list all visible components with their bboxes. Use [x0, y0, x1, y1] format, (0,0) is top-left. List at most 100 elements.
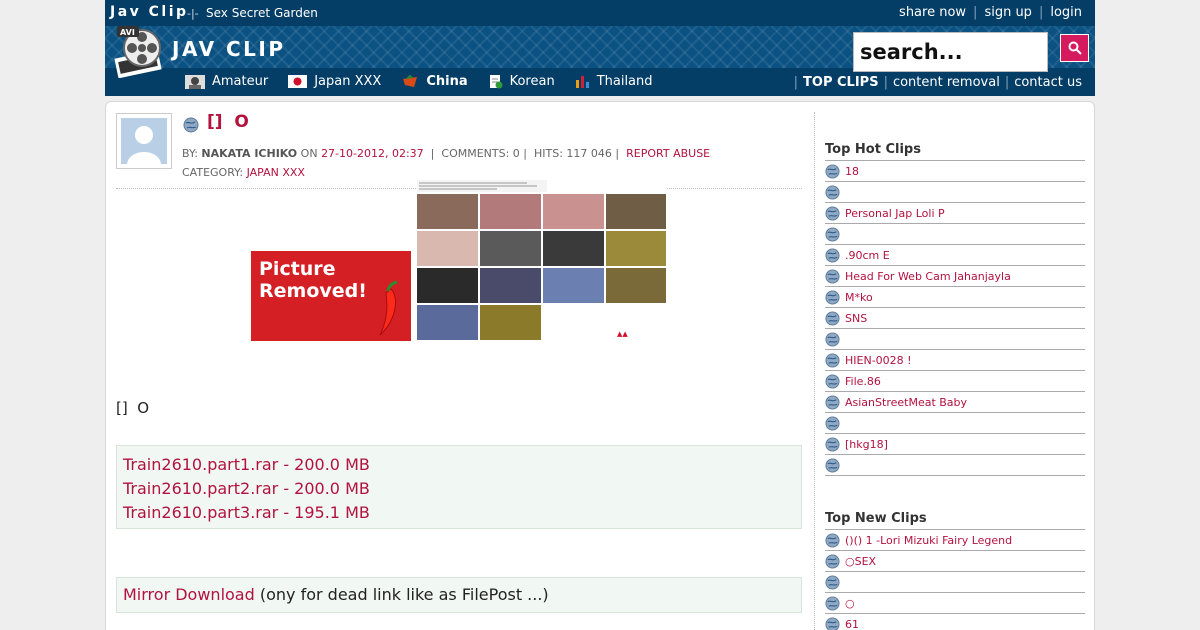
- download-link[interactable]: Train2610.part3.rar - 195.1 MB: [123, 501, 795, 525]
- sidebar-clip-item[interactable]: [825, 182, 1085, 203]
- clip-title[interactable]: HIEN-0028 !: [845, 354, 912, 367]
- globe-icon: [825, 205, 840, 221]
- picture-removed-image: Picture Removed!: [251, 251, 411, 341]
- sidebar-clip-item[interactable]: [hkg18]: [825, 434, 1085, 455]
- avatar[interactable]: [116, 113, 172, 169]
- divider: |: [1038, 5, 1044, 20]
- category-label: Thailand: [596, 74, 653, 89]
- clip-title[interactable]: Personal Jap Loli P: [845, 207, 945, 220]
- clip-title[interactable]: File.86: [845, 375, 881, 388]
- sidebar-divider: [814, 112, 815, 630]
- on-label: ON: [300, 147, 318, 160]
- category-label: Amateur: [212, 74, 269, 89]
- globe-icon: [825, 331, 840, 347]
- clip-title[interactable]: AsianStreetMeat Baby: [845, 396, 967, 409]
- mirror-box: Mirror Download (ony for dead link like …: [116, 577, 802, 613]
- post-title[interactable]: [] O: [207, 112, 249, 132]
- sidebar-clip-item[interactable]: [825, 224, 1085, 245]
- hits-count: HITS: 117 046: [534, 147, 612, 160]
- contact-us-link[interactable]: contact us: [1014, 75, 1082, 90]
- download-link[interactable]: Train2610.part2.rar - 200.0 MB: [123, 477, 795, 501]
- post-date[interactable]: 27-10-2012, 02:37: [321, 147, 424, 160]
- thailand-chart-icon: [575, 76, 589, 88]
- category-link[interactable]: JAPAN XXX: [247, 166, 305, 179]
- sidebar-clip-item[interactable]: Head For Web Cam Jahanjayla: [825, 266, 1085, 287]
- globe-icon: [825, 553, 840, 569]
- clip-title[interactable]: M*ko: [845, 291, 873, 304]
- category-japan-xxx[interactable]: Japan XXX: [288, 74, 381, 89]
- sidebar-clip-item[interactable]: [825, 455, 1085, 476]
- sidebar-clip-item[interactable]: File.86: [825, 371, 1085, 392]
- divider: |: [973, 5, 978, 20]
- site-name[interactable]: Jav Clip: [110, 4, 189, 20]
- contact-sheet-image: ▲▲: [417, 180, 666, 342]
- mirror-download-link[interactable]: Mirror Download: [123, 585, 255, 604]
- download-link[interactable]: Train2610.part1.rar - 200.0 MB: [123, 453, 795, 477]
- login-link[interactable]: login: [1050, 5, 1082, 20]
- sidebar-clip-item[interactable]: 18: [825, 161, 1085, 182]
- right-nav: | TOP CLIPS | content removal | contact …: [789, 75, 1082, 90]
- globe-icon: [825, 373, 840, 389]
- logo-text[interactable]: JAV CLIP: [172, 37, 286, 61]
- sidebar-clip-item[interactable]: [825, 413, 1085, 434]
- category-korean[interactable]: Korean: [488, 74, 555, 89]
- category-china[interactable]: China: [401, 74, 468, 89]
- sidebar-clip-item[interactable]: .90cm E: [825, 245, 1085, 266]
- sidebar-clip-item[interactable]: AsianStreetMeat Baby: [825, 392, 1085, 413]
- sidebar-clip-item[interactable]: SNS: [825, 308, 1085, 329]
- report-abuse-link[interactable]: REPORT ABUSE: [626, 147, 710, 160]
- top-new-clips-title: Top New Clips: [825, 510, 1085, 530]
- logo-badge: AVI: [120, 28, 135, 37]
- china-icon: [403, 74, 418, 87]
- sidebar-clip-item[interactable]: [825, 572, 1085, 593]
- sidebar-clip-item[interactable]: ○SEX: [825, 551, 1085, 572]
- top-clips-link[interactable]: TOP CLIPS: [803, 75, 879, 90]
- clip-title[interactable]: 61: [845, 618, 859, 630]
- category-amateur[interactable]: Amateur: [185, 74, 268, 89]
- sidebar-clip-item[interactable]: 61: [825, 614, 1085, 630]
- clip-title[interactable]: ○SEX: [845, 555, 876, 568]
- globe-icon: [825, 184, 840, 200]
- clip-title[interactable]: .90cm E: [845, 249, 890, 262]
- content-panel: [] O BY: NAKATA ICHIKO ON 27-10-2012, 02…: [105, 101, 1095, 630]
- clip-title[interactable]: [hkg18]: [845, 438, 888, 451]
- svg-text:▲▲: ▲▲: [617, 330, 628, 338]
- clip-title[interactable]: ()() 1 -Lori Mizuki Fairy Legend: [845, 534, 1012, 547]
- top-hot-clips-title: Top Hot Clips: [825, 141, 1085, 161]
- globe-icon: [825, 352, 840, 368]
- globe-icon: [825, 226, 840, 242]
- search-icon: [1068, 41, 1082, 55]
- sidebar-clip-item[interactable]: [825, 329, 1085, 350]
- mirror-note: (ony for dead link like as FilePost ...): [254, 585, 549, 604]
- clip-title[interactable]: ○: [845, 597, 855, 610]
- japan-flag-icon: [288, 75, 308, 88]
- divider: |: [793, 75, 799, 90]
- search-button[interactable]: [1060, 34, 1089, 62]
- sign-up-link[interactable]: sign up: [984, 5, 1032, 20]
- globe-icon: [825, 595, 840, 611]
- globe-icon: [825, 394, 840, 410]
- sidebar-clip-item[interactable]: HIEN-0028 !: [825, 350, 1085, 371]
- korean-doc-icon: [489, 75, 503, 89]
- picture-removed-line: Picture: [259, 258, 336, 280]
- film-reel-logo-icon[interactable]: AVI: [113, 20, 165, 78]
- search-input[interactable]: [853, 32, 1048, 72]
- top-hot-clips-list: 18 Personal Jap Loli P .90cm E Head For Web…: [825, 161, 1085, 476]
- sidebar-clip-item[interactable]: ○: [825, 593, 1085, 614]
- share-now-link[interactable]: share now: [899, 5, 966, 20]
- clip-title[interactable]: SNS: [845, 312, 867, 325]
- post-meta: BY: NAKATA ICHIKO ON 27-10-2012, 02:37 |…: [182, 147, 711, 160]
- content-removal-link[interactable]: content removal: [893, 75, 1000, 90]
- sidebar-clip-item[interactable]: M*ko: [825, 287, 1085, 308]
- clip-title[interactable]: 18: [845, 165, 859, 178]
- category-label: Japan XXX: [314, 74, 382, 89]
- sidebar-clip-item[interactable]: ()() 1 -Lori Mizuki Fairy Legend: [825, 530, 1085, 551]
- globe-icon: [825, 289, 840, 305]
- sidebar-clip-item[interactable]: Personal Jap Loli P: [825, 203, 1085, 224]
- category-thailand[interactable]: Thailand: [575, 74, 653, 89]
- globe-icon: [825, 574, 840, 590]
- author-link[interactable]: NAKATA ICHIKO: [201, 147, 297, 160]
- chili-pepper-icon: [379, 280, 398, 336]
- top-new-clips-list: ()() 1 -Lori Mizuki Fairy Legend ○SEX ○ 61: [825, 530, 1085, 630]
- clip-title[interactable]: Head For Web Cam Jahanjayla: [845, 270, 1011, 283]
